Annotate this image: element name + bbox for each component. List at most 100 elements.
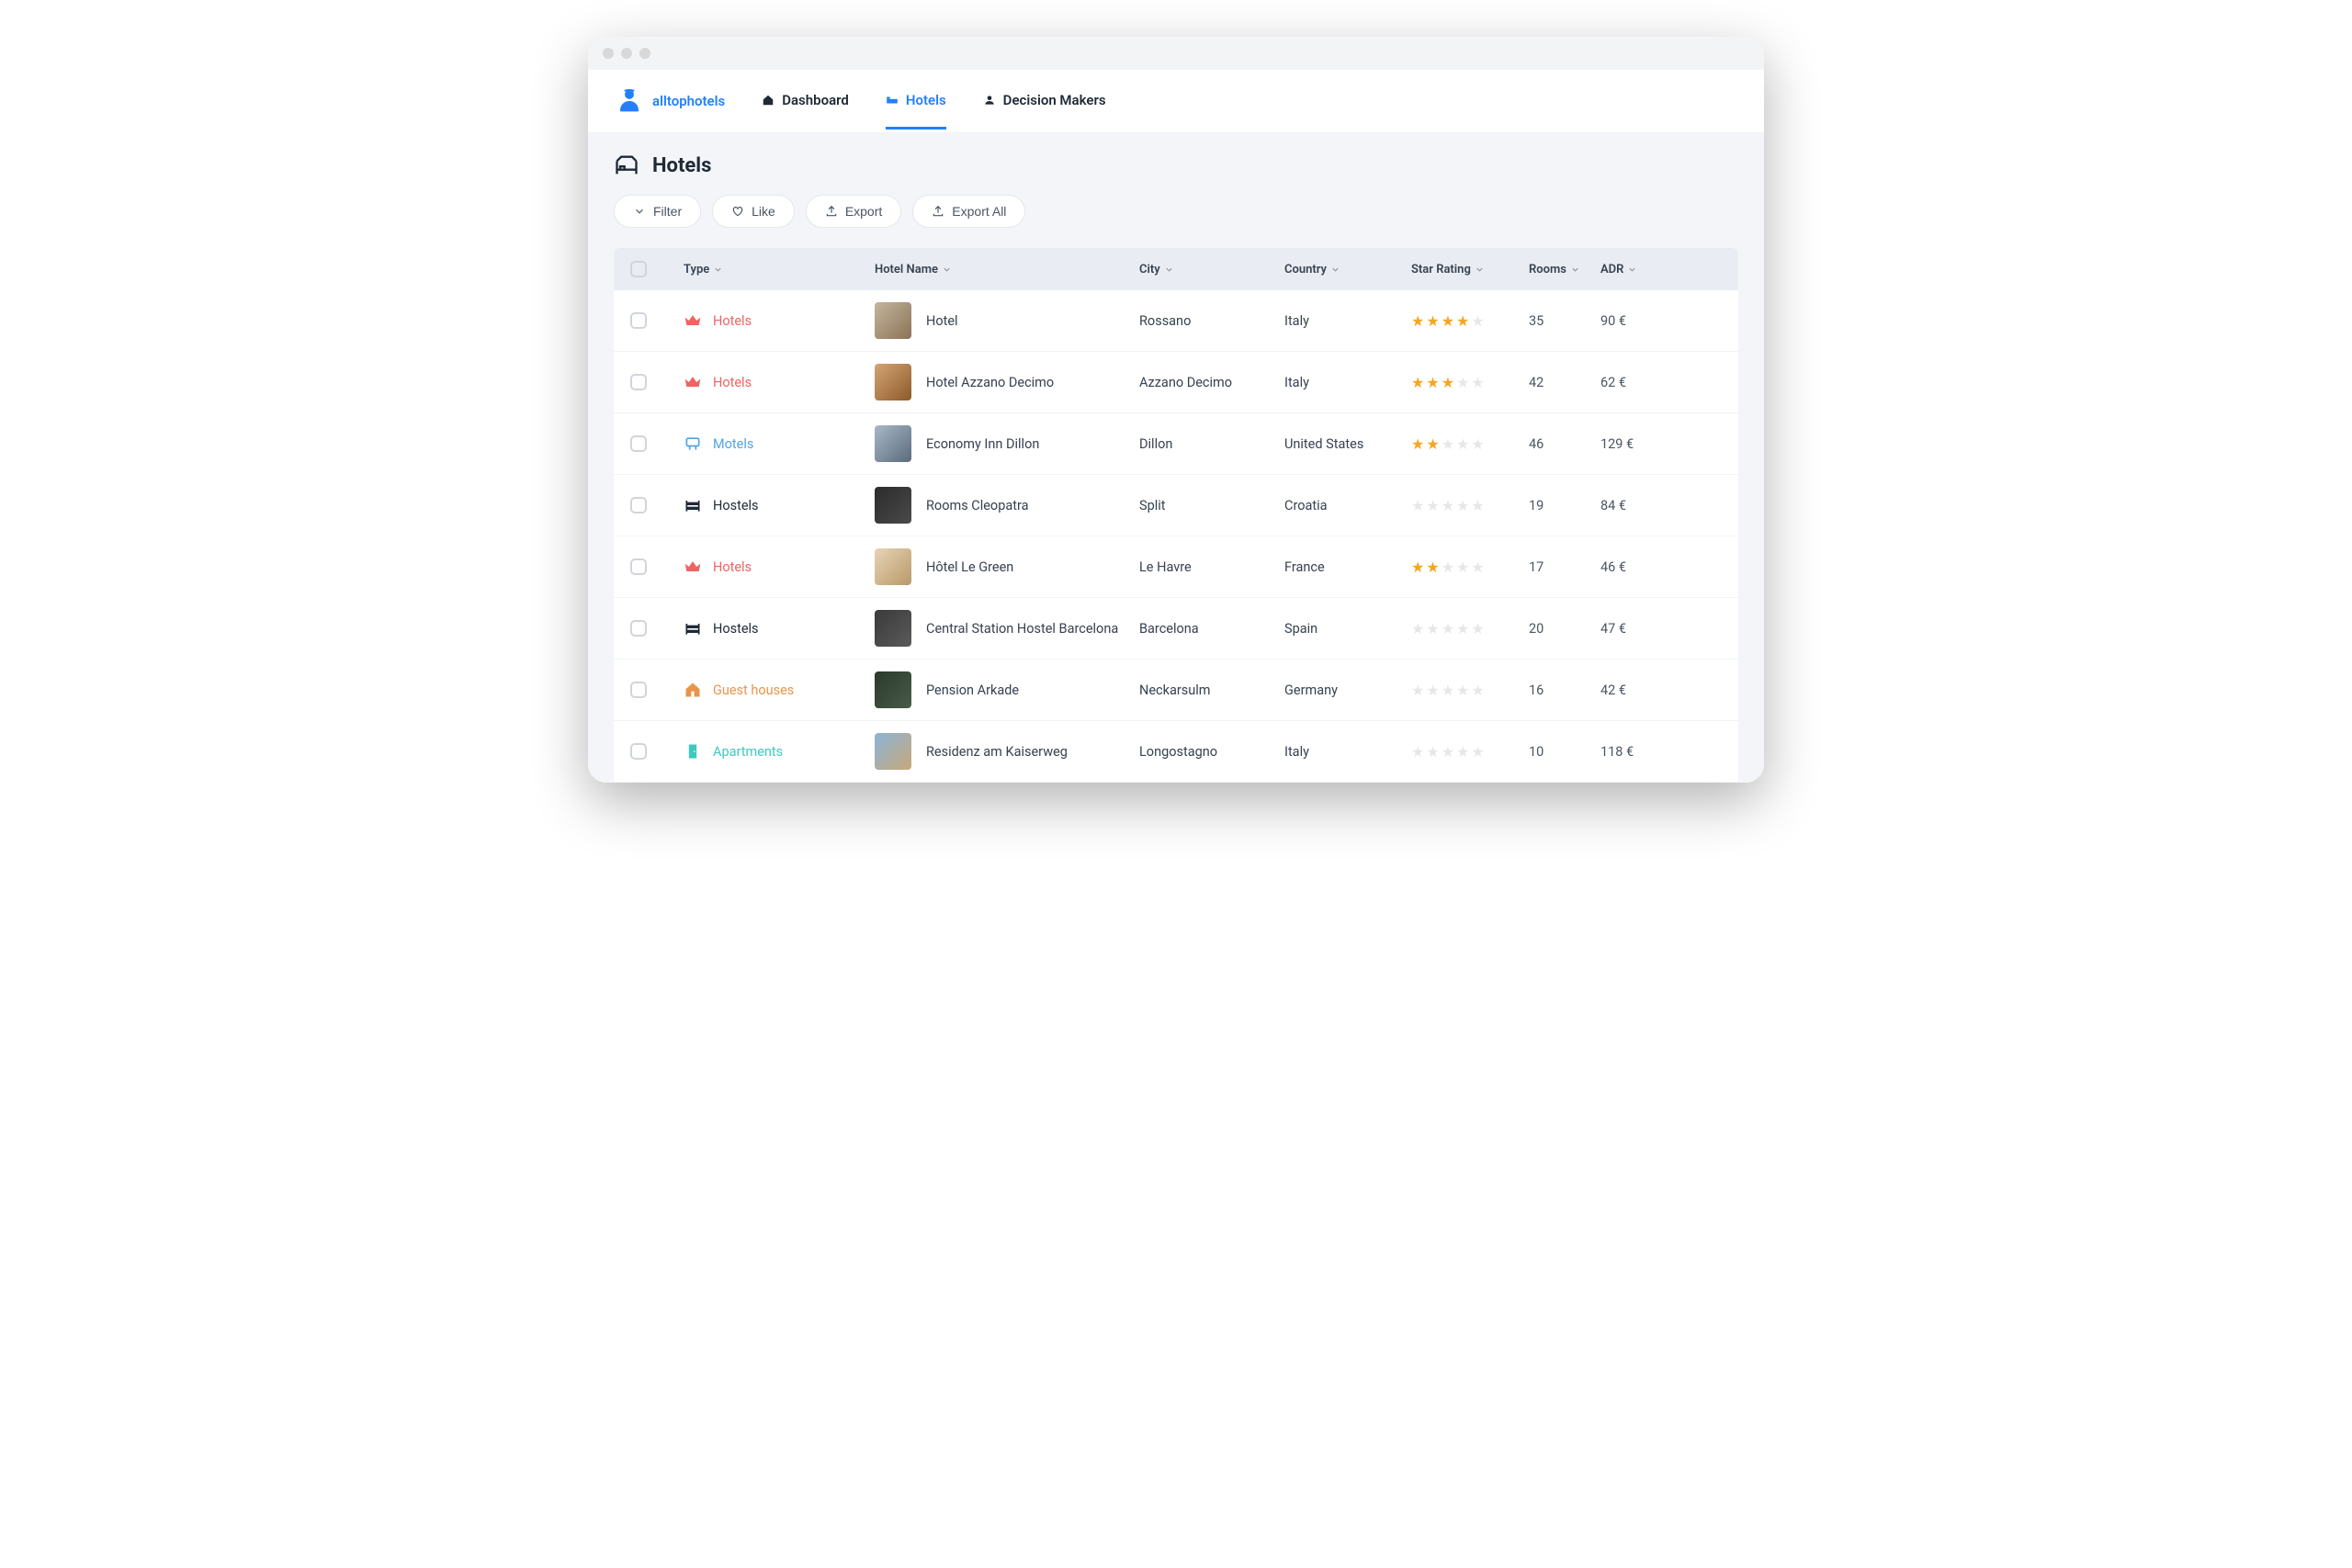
nav-hotels[interactable]: Hotels — [886, 73, 946, 130]
stars-cell: ★★★★★ — [1411, 435, 1521, 453]
country-cell: Germany — [1284, 682, 1404, 698]
table-row[interactable]: Hotels Hôtel Le Green Le Havre France ★★… — [614, 536, 1738, 598]
bed-icon — [886, 94, 899, 107]
hotel-thumbnail — [875, 548, 911, 585]
th-adr[interactable]: ADR — [1600, 263, 1665, 276]
table-row[interactable]: Hostels Central Station Hostel Barcelona… — [614, 598, 1738, 660]
export-label: Export — [845, 204, 882, 219]
th-city[interactable]: City — [1139, 263, 1277, 276]
hotels-table: Type Hotel Name City Country Star Rating… — [614, 248, 1738, 783]
star-icon: ★ — [1411, 497, 1424, 514]
th-hotel-name[interactable]: Hotel Name — [875, 263, 1132, 276]
stars-cell: ★★★★★ — [1411, 682, 1521, 699]
toolbar: Filter Like Export Export All — [614, 195, 1738, 228]
nav-dashboard[interactable]: Dashboard — [762, 73, 849, 130]
nav-dashboard-label: Dashboard — [782, 92, 849, 108]
th-country[interactable]: Country — [1284, 263, 1404, 276]
table-row[interactable]: Guest houses Pension Arkade Neckarsulm G… — [614, 660, 1738, 721]
table-row[interactable]: Motels Economy Inn Dillon Dillon United … — [614, 413, 1738, 475]
row-checkbox[interactable] — [630, 497, 647, 513]
upload-icon — [825, 205, 838, 218]
hotel-name: Central Station Hostel Barcelona — [926, 621, 1118, 637]
hotel-name: Hotel Azzano Decimo — [926, 375, 1054, 390]
star-icon: ★ — [1426, 497, 1439, 514]
page-title: Hotels — [652, 154, 711, 177]
sort-icon — [942, 265, 952, 275]
rooms-cell: 17 — [1529, 559, 1593, 575]
hotel-thumbnail — [875, 302, 911, 339]
adr-cell: 90 € — [1600, 313, 1665, 329]
hotel-name: Rooms Cleopatra — [926, 498, 1028, 513]
type-cell: Hotels — [684, 311, 867, 330]
logo[interactable]: alltophotels — [614, 85, 725, 117]
row-checkbox[interactable] — [630, 682, 647, 698]
th-star-rating[interactable]: Star Rating — [1411, 263, 1521, 276]
nav-hotels-label: Hotels — [906, 92, 946, 108]
type-label: Hotels — [713, 313, 752, 329]
row-checkbox[interactable] — [630, 374, 647, 390]
star-icon: ★ — [1426, 682, 1439, 699]
country-cell: Spain — [1284, 621, 1404, 637]
country-cell: France — [1284, 559, 1404, 575]
star-icon: ★ — [1471, 435, 1484, 453]
type-cell: Guest houses — [684, 681, 867, 699]
th-type[interactable]: Type — [684, 263, 867, 276]
rooms-cell: 20 — [1529, 621, 1593, 637]
country-cell: Italy — [1284, 313, 1404, 329]
type-cell: Hostels — [684, 496, 867, 514]
city-cell: Rossano — [1139, 313, 1277, 329]
house-icon — [684, 681, 702, 699]
city-cell: Barcelona — [1139, 621, 1277, 637]
page-body: Hotels Filter Like Export Export All — [588, 132, 1764, 783]
nav-decision-makers[interactable]: Decision Makers — [983, 73, 1106, 130]
sort-icon — [1627, 265, 1637, 275]
star-icon: ★ — [1426, 435, 1439, 453]
name-cell: Central Station Hostel Barcelona — [875, 610, 1132, 647]
rooms-cell: 35 — [1529, 313, 1593, 329]
city-cell: Longostagno — [1139, 744, 1277, 760]
bunk-icon — [684, 496, 702, 514]
star-icon: ★ — [1442, 620, 1454, 637]
stars-cell: ★★★★★ — [1411, 374, 1521, 391]
bellhop-icon — [614, 85, 645, 117]
row-checkbox[interactable] — [630, 558, 647, 575]
sort-icon — [1164, 265, 1174, 275]
heart-icon — [731, 205, 744, 218]
hotel-thumbnail — [875, 733, 911, 770]
row-checkbox[interactable] — [630, 620, 647, 637]
crown-icon — [684, 311, 702, 330]
stars-cell: ★★★★★ — [1411, 497, 1521, 514]
table-row[interactable]: Apartments Residenz am Kaiserweg Longost… — [614, 721, 1738, 783]
star-icon: ★ — [1442, 435, 1454, 453]
adr-cell: 47 € — [1600, 621, 1665, 637]
rooms-cell: 16 — [1529, 682, 1593, 698]
row-checkbox[interactable] — [630, 435, 647, 452]
country-cell: Italy — [1284, 744, 1404, 760]
table-row[interactable]: Hostels Rooms Cleopatra Split Croatia ★★… — [614, 475, 1738, 536]
upload-icon — [932, 205, 944, 218]
type-label: Apartments — [713, 744, 783, 760]
row-checkbox[interactable] — [630, 743, 647, 760]
star-icon: ★ — [1426, 620, 1439, 637]
filter-label: Filter — [653, 204, 682, 219]
main-nav: Dashboard Hotels Decision Makers — [762, 73, 1105, 130]
export-all-button[interactable]: Export All — [912, 195, 1025, 228]
star-icon: ★ — [1471, 312, 1484, 330]
window-min-dot[interactable] — [621, 48, 632, 59]
table-row[interactable]: Hotels Hotel Azzano Decimo Azzano Decimo… — [614, 352, 1738, 413]
export-button[interactable]: Export — [806, 195, 901, 228]
name-cell: Hotel Azzano Decimo — [875, 364, 1132, 400]
window-max-dot[interactable] — [639, 48, 650, 59]
filter-button[interactable]: Filter — [614, 195, 701, 228]
like-button[interactable]: Like — [712, 195, 795, 228]
type-label: Motels — [713, 436, 753, 452]
table-row[interactable]: Hotels Hotel Rossano Italy ★★★★★ 35 90 € — [614, 290, 1738, 352]
star-icon: ★ — [1411, 620, 1424, 637]
window-close-dot[interactable] — [603, 48, 614, 59]
row-checkbox[interactable] — [630, 312, 647, 329]
select-all-checkbox[interactable] — [630, 261, 647, 277]
th-rooms[interactable]: Rooms — [1529, 263, 1593, 276]
star-icon: ★ — [1471, 620, 1484, 637]
type-label: Hotels — [713, 559, 752, 575]
export-all-label: Export All — [952, 204, 1006, 219]
